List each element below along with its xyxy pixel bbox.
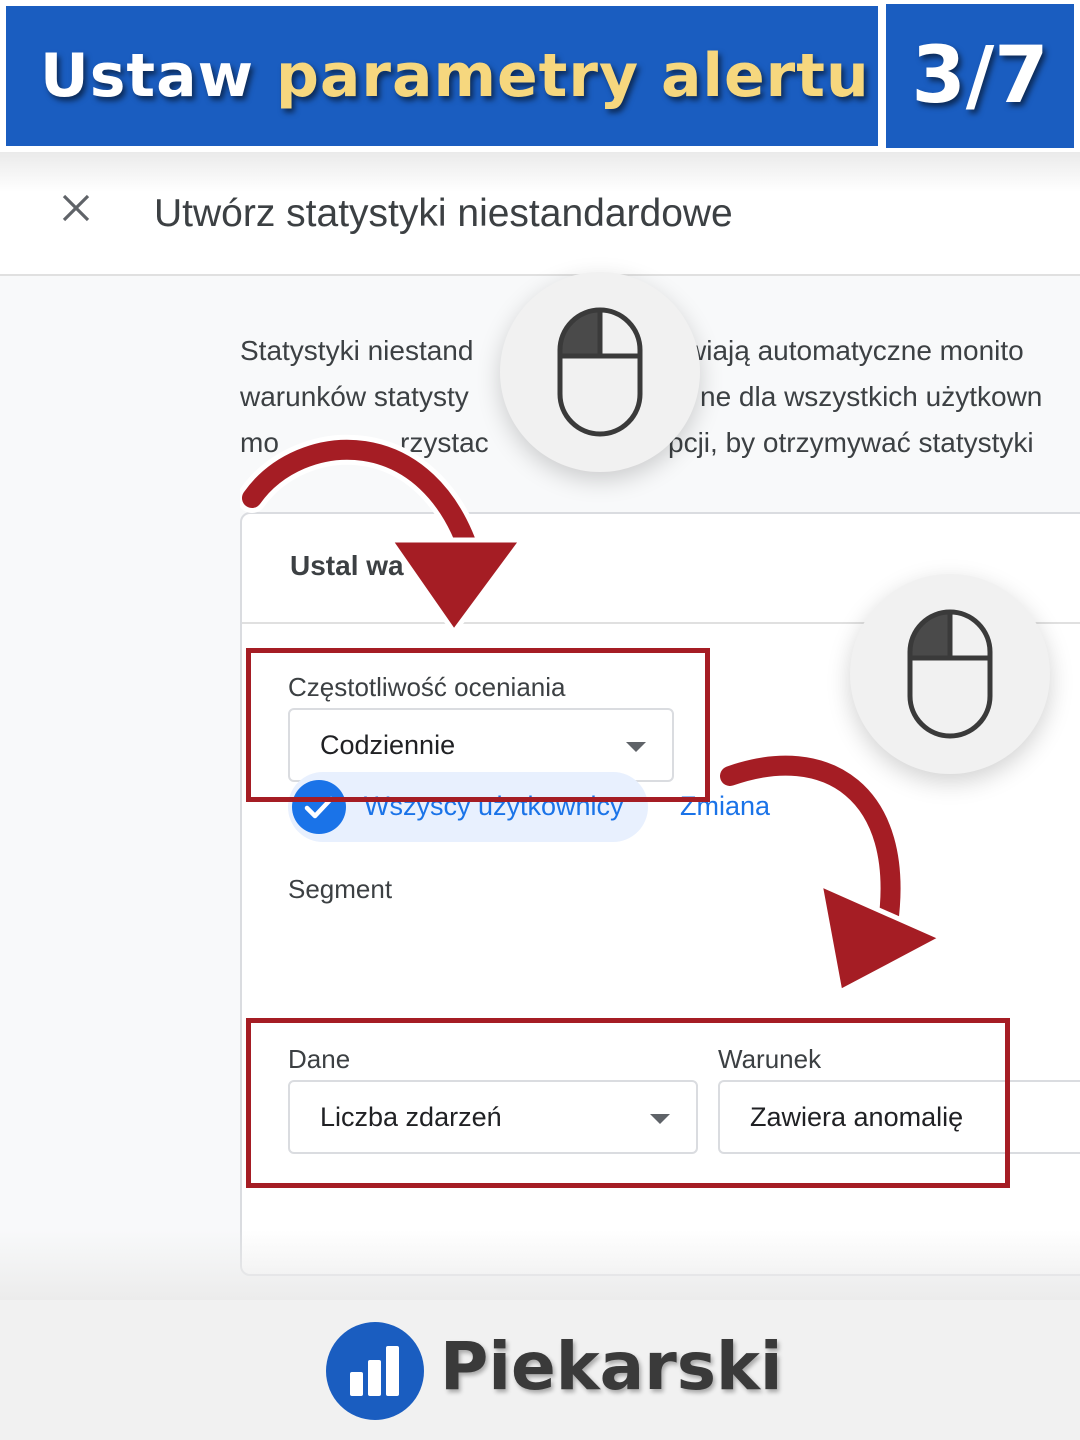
description-line-3c: pcji, by otrzymywać statystyki (668, 427, 1034, 458)
description-line-1b: wiają automatyczne monito (686, 335, 1024, 366)
mouse-click-icon (557, 307, 643, 437)
mouse-click-icon (907, 609, 993, 739)
mouse-click-icon-bubble-2 (850, 574, 1050, 774)
metric-condition-highlight-box (246, 1018, 1010, 1188)
header-banner: Ustaw parametry alertu (6, 6, 878, 146)
step-indicator-box: 3/7 (886, 4, 1074, 148)
footer-fade (0, 1230, 1080, 1300)
curved-arrow-icon (240, 434, 525, 635)
top-shadow (0, 152, 1080, 192)
brand-name: Piekarski (440, 1328, 783, 1405)
banner-title-highlight: parametry alertu (275, 41, 870, 111)
close-icon[interactable] (58, 190, 94, 226)
curved-arrow-icon (716, 752, 945, 995)
footer: Piekarski (0, 1300, 1080, 1440)
description-line-2b: ne dla wszystkich użytkown (700, 381, 1043, 412)
banner-title-plain: Ustaw (40, 41, 255, 111)
segment-label: Segment (288, 874, 393, 904)
description-line-1a: Statystyki niestand (240, 335, 474, 366)
step-indicator: 3/7 (911, 31, 1049, 121)
description-line-2a: warunków statysty (240, 381, 469, 412)
dialog-title: Utwórz statystyki niestandardowe (154, 192, 733, 235)
banner-title: Ustaw parametry alertu (40, 41, 870, 111)
frequency-highlight-box (246, 648, 710, 802)
bar-chart-icon (326, 1322, 424, 1420)
